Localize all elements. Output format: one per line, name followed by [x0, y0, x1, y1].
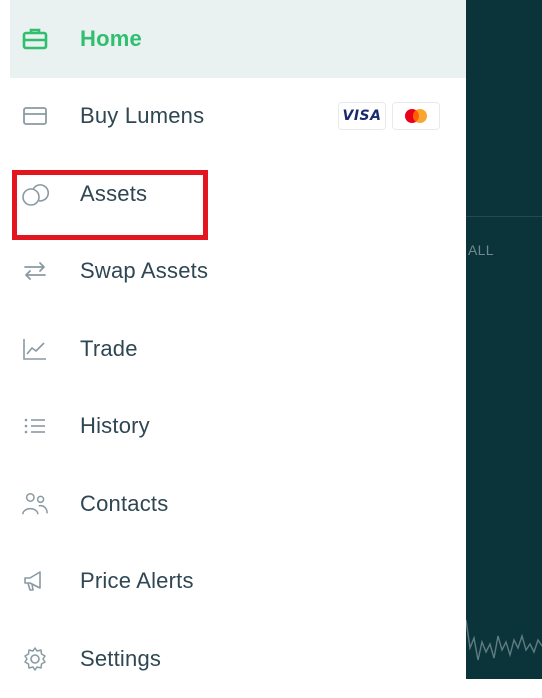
briefcase-icon	[21, 25, 49, 53]
navigation-drawer: Home Buy Lumens VISA Assets Swap Assets …	[10, 0, 466, 679]
card-icon	[21, 102, 49, 130]
nav-item-label: Home	[80, 25, 142, 51]
swap-arrows-icon	[21, 257, 49, 285]
nav-item-label: Swap Assets	[80, 258, 209, 284]
nav-item-trade[interactable]: Trade	[10, 310, 466, 388]
payment-badges: VISA	[338, 102, 440, 131]
price-chart-line	[466, 619, 542, 661]
assets-highlight-box	[12, 170, 208, 240]
list-icon	[21, 412, 49, 440]
nav-item-price-alerts[interactable]: Price Alerts	[10, 543, 466, 621]
nav-item-settings[interactable]: Settings	[10, 620, 466, 698]
mastercard-icon	[405, 109, 427, 124]
visa-badge: VISA	[338, 102, 386, 131]
nav-item-label: Buy Lumens	[80, 103, 205, 129]
visa-label: VISA	[342, 108, 382, 125]
nav-item-buy-lumens[interactable]: Buy Lumens VISA	[10, 78, 466, 156]
gear-icon	[21, 645, 49, 673]
nav-item-home[interactable]: Home	[10, 0, 466, 78]
nav-list: Home Buy Lumens VISA Assets Swap Assets …	[10, 0, 466, 698]
nav-item-label: History	[80, 413, 150, 439]
nav-item-history[interactable]: History	[10, 388, 466, 466]
range-all-label: ALL	[468, 242, 494, 258]
nav-item-label: Trade	[80, 335, 138, 361]
nav-item-label: Contacts	[80, 490, 169, 516]
contacts-icon	[21, 490, 49, 518]
megaphone-icon	[21, 567, 49, 595]
backdrop-divider	[466, 216, 542, 217]
main-content-backdrop[interactable]: ALL	[466, 0, 542, 679]
nav-item-label: Price Alerts	[80, 568, 194, 594]
mastercard-badge	[392, 102, 440, 131]
line-chart-icon	[21, 335, 49, 363]
nav-item-contacts[interactable]: Contacts	[10, 465, 466, 543]
nav-item-label: Settings	[80, 645, 162, 671]
nav-item-swap-assets[interactable]: Swap Assets	[10, 233, 466, 311]
